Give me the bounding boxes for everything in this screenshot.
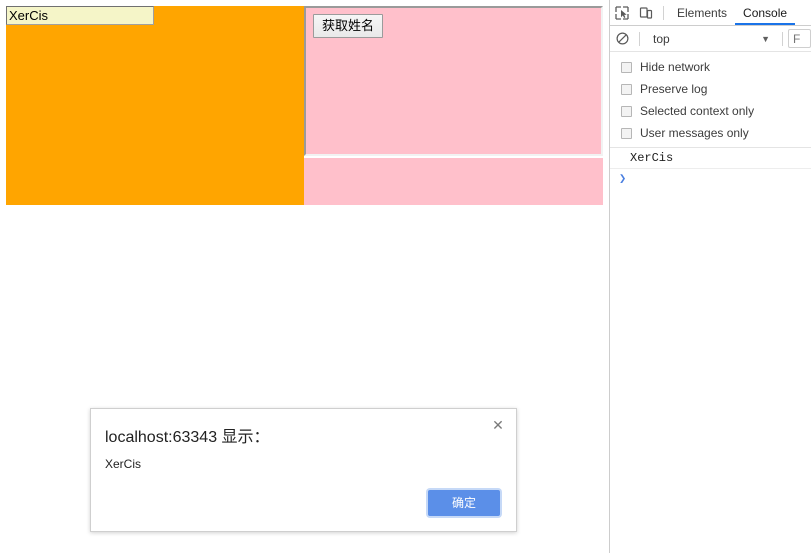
alert-dialog-title: localhost:63343 显示： <box>105 429 270 446</box>
console-output: XerCis ❯ <box>610 148 811 191</box>
alert-dialog: localhost:63343 显示： ✕ XerCis 确定 <box>90 408 517 532</box>
alert-ok-button[interactable]: 确定 <box>428 490 500 516</box>
toolbar-divider <box>663 5 664 20</box>
browser-page-viewport: 获取姓名 localhost:63343 显示： ✕ XerCis 确定 <box>0 0 609 553</box>
option-label: Hide network <box>640 60 711 74</box>
option-label: User messages only <box>640 126 749 140</box>
checkbox-selected-context-only[interactable] <box>621 105 632 117</box>
console-context-value: top <box>653 31 670 46</box>
device-toolbar-icon[interactable] <box>634 1 658 25</box>
pink-panel-stack: 获取姓名 <box>304 6 603 205</box>
pink-panel-bottom <box>304 158 603 205</box>
option-hide-network[interactable]: Hide network <box>610 56 811 78</box>
option-preserve-log[interactable]: Preserve log <box>610 78 811 100</box>
tab-console[interactable]: Console <box>735 1 795 25</box>
devtools-tabbar: Elements Console <box>610 0 811 26</box>
filterbar-divider-2 <box>782 31 783 46</box>
option-user-messages-only[interactable]: User messages only <box>610 122 811 144</box>
chevron-down-icon: ▼ <box>761 33 770 44</box>
checkbox-user-messages-only[interactable] <box>621 127 632 139</box>
console-prompt-caret: ❯ <box>619 172 627 186</box>
option-label: Selected context only <box>640 104 755 118</box>
option-selected-context-only[interactable]: Selected context only <box>610 100 811 122</box>
console-message: XerCis <box>610 148 811 169</box>
devtools-panel: Elements Console top ▼ Hide network Pres… <box>609 0 811 553</box>
devtools-filterbar: top ▼ <box>610 26 811 52</box>
name-input[interactable] <box>6 6 154 25</box>
clear-console-icon[interactable] <box>610 27 634 51</box>
pink-panel-top: 获取姓名 <box>304 6 603 156</box>
checkbox-preserve-log[interactable] <box>621 83 632 95</box>
get-name-button[interactable]: 获取姓名 <box>313 14 384 38</box>
panels-row: 获取姓名 <box>6 6 603 205</box>
close-icon[interactable]: ✕ <box>489 416 507 434</box>
tab-elements[interactable]: Elements <box>669 1 735 25</box>
option-label: Preserve log <box>640 82 708 96</box>
alert-dialog-message: XerCis <box>105 457 142 471</box>
orange-panel <box>6 6 304 205</box>
console-context-select[interactable]: top ▼ <box>645 29 777 49</box>
console-filter-input[interactable] <box>788 29 811 48</box>
inspect-element-icon[interactable] <box>610 1 634 25</box>
console-prompt[interactable]: ❯ <box>610 169 811 191</box>
checkbox-hide-network[interactable] <box>621 61 632 73</box>
filterbar-divider-1 <box>639 31 640 46</box>
console-options-list: Hide network Preserve log Selected conte… <box>610 52 811 148</box>
